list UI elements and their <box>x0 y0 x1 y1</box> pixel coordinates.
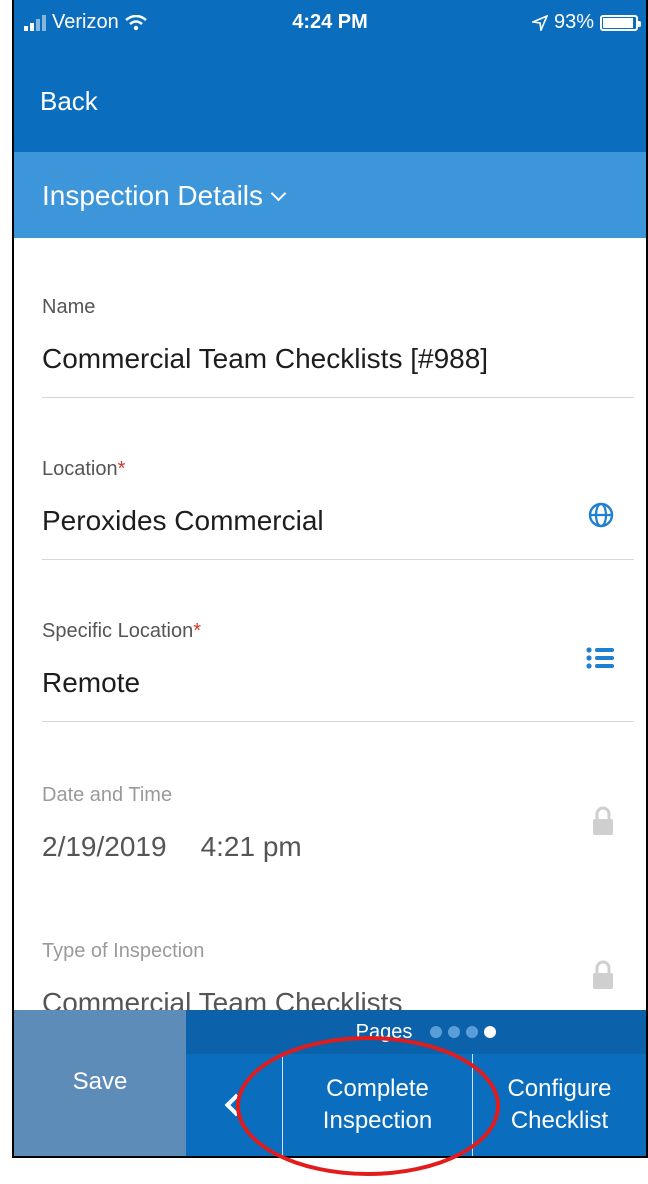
divider <box>42 397 634 398</box>
location-label: Location* <box>42 458 634 481</box>
specific-location-label-text: Specific Location <box>42 620 194 642</box>
status-right: 93% <box>531 11 641 34</box>
location-field[interactable]: Location* Peroxides Commercial <box>42 458 634 560</box>
location-value[interactable]: Peroxides Commercial <box>42 505 634 537</box>
section-title-wrap[interactable]: Inspection Details <box>42 180 287 212</box>
back-button[interactable]: Back <box>40 86 98 117</box>
section-header[interactable]: Inspection Details <box>14 152 646 238</box>
name-field[interactable]: Name Commercial Team Checklists [#988] <box>42 296 634 398</box>
type-label: Type of Inspection <box>42 940 205 962</box>
pages-label: Pages <box>355 1020 413 1043</box>
chevron-down-icon <box>270 185 287 201</box>
configure-checklist-button[interactable]: Configure Checklist <box>472 1054 646 1156</box>
battery-fill <box>603 17 633 28</box>
list-icon[interactable] <box>586 646 614 670</box>
complete-line-1: Complete <box>326 1074 429 1102</box>
page-dot-4[interactable] <box>484 1025 497 1038</box>
section-title: Inspection Details <box>42 180 264 211</box>
location-label-text: Location <box>42 458 118 480</box>
name-label: Name <box>42 296 96 318</box>
page-dot-3[interactable] <box>466 1025 479 1038</box>
page-dot-1[interactable] <box>430 1025 443 1038</box>
page-actions: Complete Inspection Configure Checklist <box>186 1054 646 1156</box>
date-time-field: Date and Time 2/19/2019 4:21 pm <box>42 784 634 863</box>
battery-icon <box>600 14 641 31</box>
complete-inspection-label: Complete Inspection <box>323 1073 432 1138</box>
location-arrow-icon <box>531 14 548 31</box>
globe-icon[interactable] <box>588 502 614 528</box>
bottom-toolbar: Save Pages Complete Inspection Configure C… <box>14 1010 646 1156</box>
save-button[interactable]: Save <box>14 1010 186 1156</box>
lock-icon <box>593 960 613 989</box>
required-mark: * <box>193 620 201 642</box>
status-bar: Verizon 4:24 PM 93% <box>14 0 646 46</box>
complete-line-2: Inspection <box>322 1107 433 1134</box>
specific-location-label: Specific Location* <box>42 620 634 643</box>
complete-inspection-button[interactable]: Complete Inspection <box>282 1054 472 1156</box>
chevron-left-icon <box>224 1093 248 1117</box>
configure-line-2: Checklist <box>510 1107 609 1134</box>
lock-icon <box>593 806 613 835</box>
type-field: Type of Inspection Commercial Team Check… <box>42 940 634 1019</box>
divider <box>42 559 634 560</box>
name-value[interactable]: Commercial Team Checklists [#988] <box>42 343 634 375</box>
nav-bar: Back <box>14 46 646 152</box>
battery-percent: 93% <box>553 11 594 33</box>
previous-page-button[interactable] <box>186 1054 282 1156</box>
app-screen: Verizon 4:24 PM 93% Back Inspection Deta… <box>12 0 648 1158</box>
specific-location-field[interactable]: Specific Location* Remote <box>42 620 634 722</box>
time-value: 4:21 pm <box>200 831 302 862</box>
date-time-label: Date and Time <box>42 784 173 806</box>
page-dots[interactable] <box>424 1021 497 1044</box>
configure-line-1: Configure <box>507 1074 612 1102</box>
required-mark: * <box>117 458 126 480</box>
configure-checklist-label: Configure Checklist <box>507 1073 611 1138</box>
page-indicator: Pages <box>186 1010 646 1054</box>
specific-location-value[interactable]: Remote <box>42 667 634 699</box>
date-time-value: 2/19/2019 4:21 pm <box>42 831 634 863</box>
divider <box>42 721 634 722</box>
date-value: 2/19/2019 <box>42 831 167 862</box>
page-dot-2[interactable] <box>448 1025 461 1038</box>
